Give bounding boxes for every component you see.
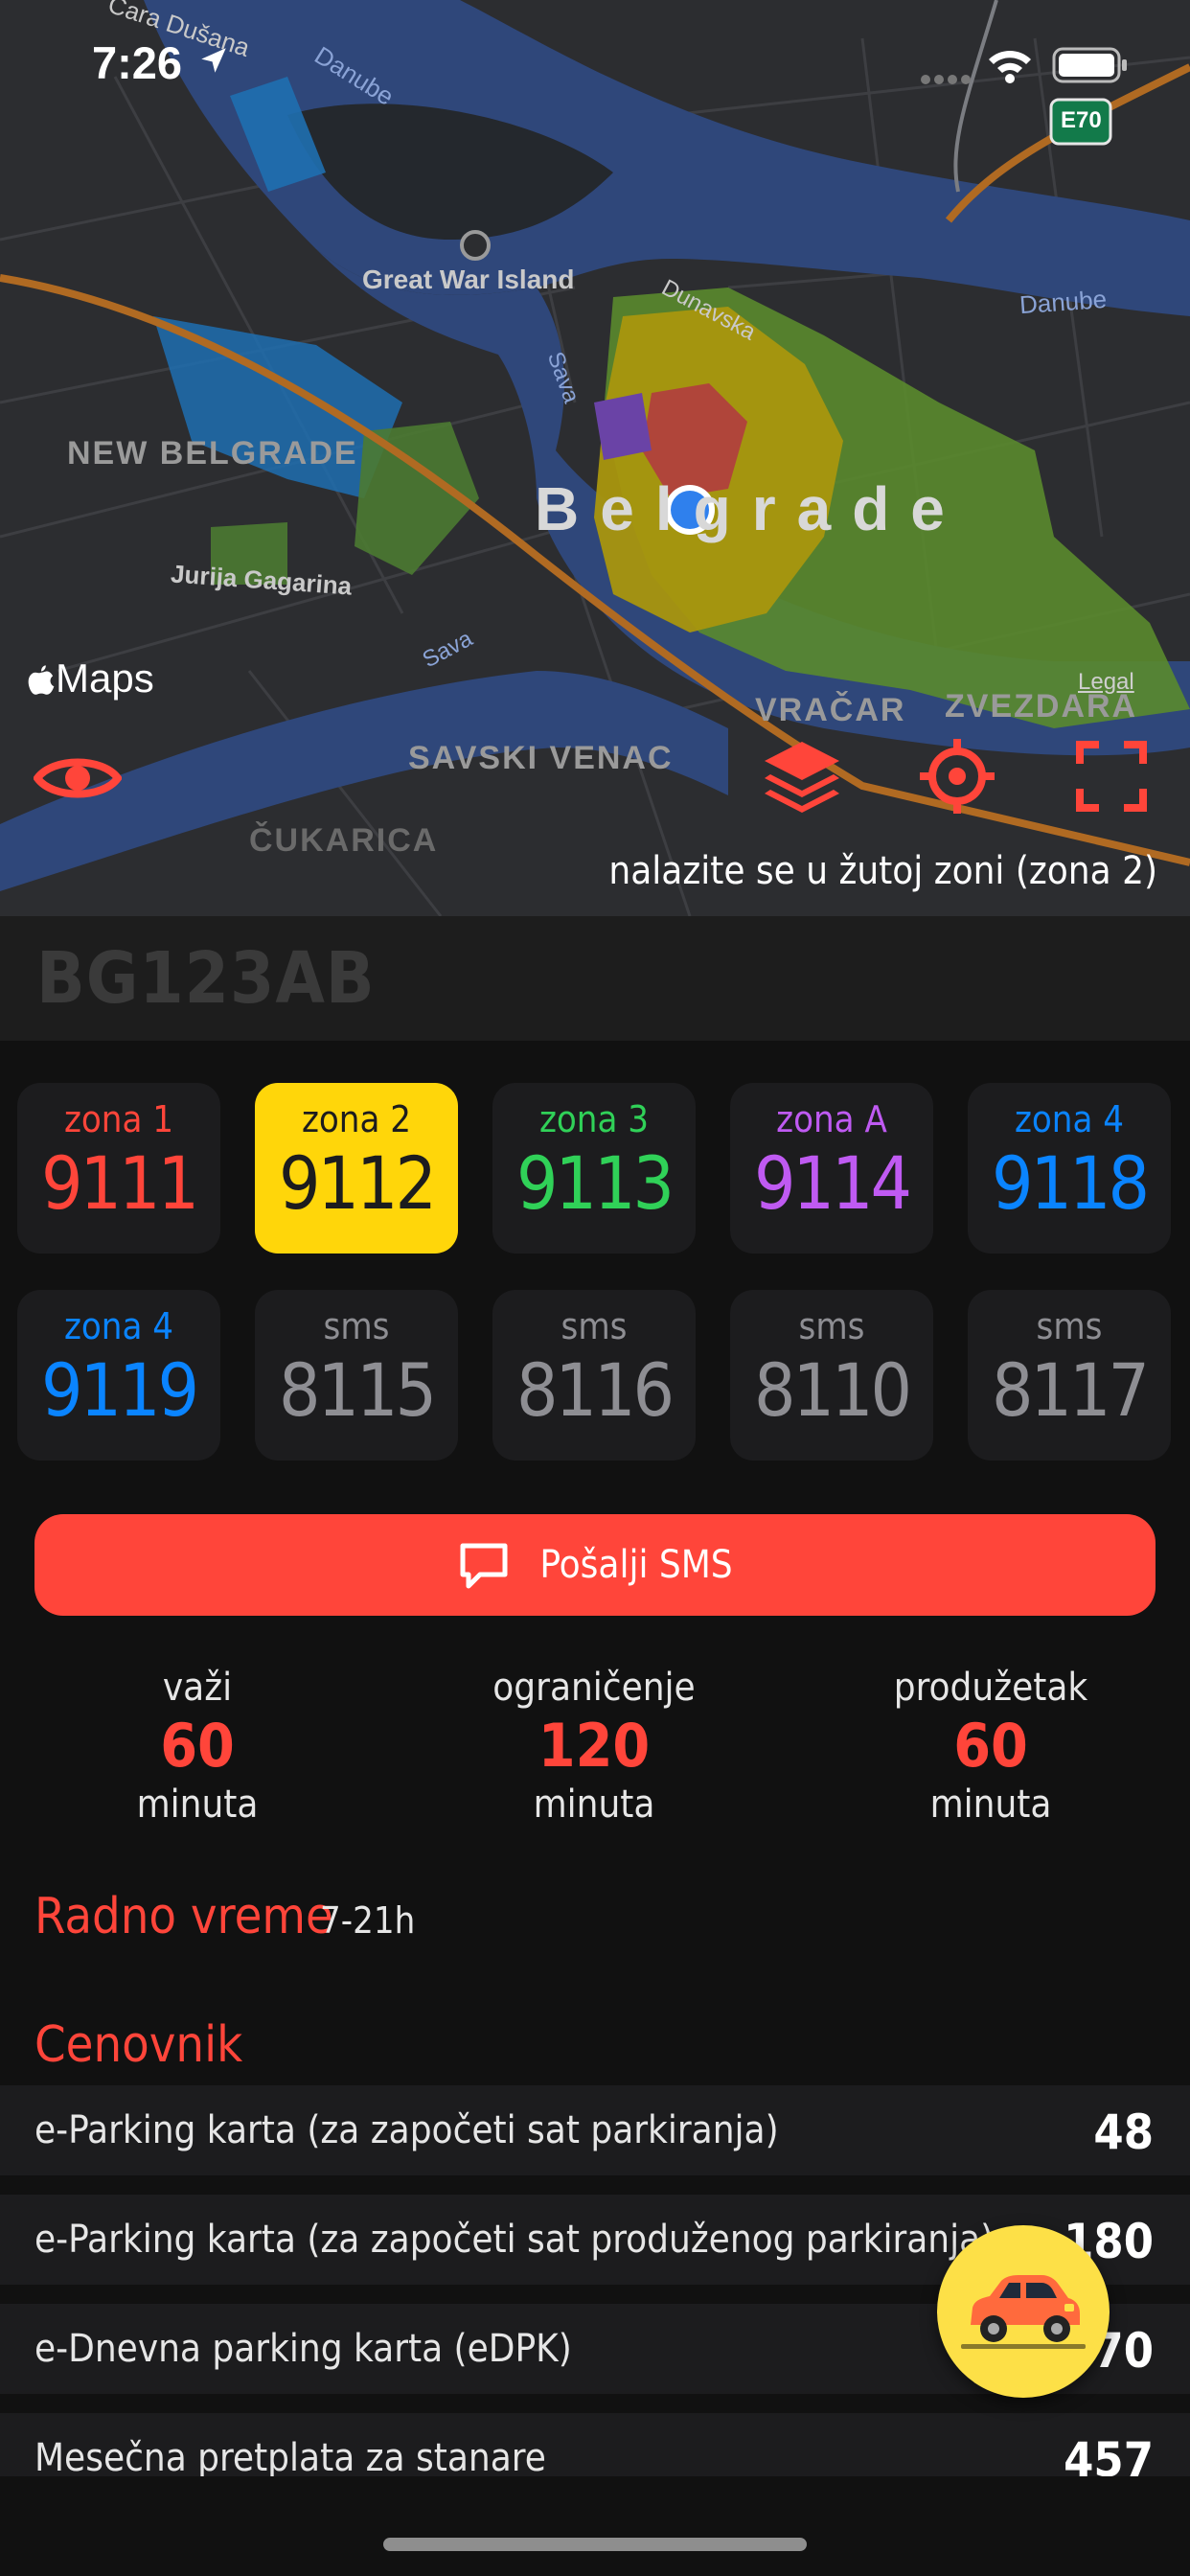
bottom-safe-area xyxy=(0,2476,1190,2576)
stat-extension: produžetak 60 minuta xyxy=(847,1666,1134,1827)
battery-icon xyxy=(1052,46,1129,88)
zone-number: 9113 xyxy=(516,1140,675,1226)
layers-icon xyxy=(765,742,839,813)
stat-title: produžetak xyxy=(893,1666,1088,1710)
zone-number: 9111 xyxy=(41,1140,199,1226)
map-label-highway-e70: E70 xyxy=(1061,107,1102,133)
zone-tile-8115[interactable]: sms 8115 xyxy=(255,1290,458,1460)
maps-logo-text: Maps xyxy=(56,656,154,701)
zone-tile-9118[interactable]: zona 4 9118 xyxy=(968,1083,1171,1254)
price-row: e-Parking karta (za započeti sat parkira… xyxy=(0,2085,1190,2175)
stat-unit: minuta xyxy=(136,1782,259,1827)
zone-label: sms xyxy=(561,1305,628,1347)
apple-maps-logo: Maps xyxy=(27,656,154,702)
map-label-cukarica: ČUKARICA xyxy=(249,822,439,859)
zone-tile-9112[interactable]: zona 2 9112 xyxy=(255,1083,458,1254)
locate-button[interactable] xyxy=(904,728,1010,824)
apple-logo-icon xyxy=(28,665,55,695)
working-hours-title: Radno vreme xyxy=(34,1888,333,1945)
zone-number: 8115 xyxy=(279,1347,437,1433)
car-icon xyxy=(961,2275,1086,2349)
zone-number: 9118 xyxy=(992,1140,1150,1226)
zone-tile-9114[interactable]: zona A 9114 xyxy=(730,1083,933,1254)
message-icon xyxy=(457,1540,511,1590)
current-zone-info: nalazite se u žutoj zoni (zona 2) xyxy=(608,849,1157,893)
crosshair-icon xyxy=(920,739,995,814)
price-row-name: e-Parking karta (za započeti sat produže… xyxy=(34,2218,995,2262)
zone-tile-8116[interactable]: sms 8116 xyxy=(492,1290,696,1460)
zone-label: zona 3 xyxy=(538,1098,650,1140)
map-label-belgrade: Belgrade xyxy=(535,474,966,543)
zone-tile-9113[interactable]: zona 3 9113 xyxy=(492,1083,696,1254)
zone-tile-8110[interactable]: sms 8110 xyxy=(730,1290,933,1460)
zone-label: zona 4 xyxy=(63,1305,174,1347)
legal-link[interactable]: Legal xyxy=(1078,669,1134,696)
pricelist-title: Cenovnik xyxy=(34,2016,243,2074)
price-row-name: Mesečna pretplata za stanare xyxy=(34,2436,546,2480)
zone-number: 9119 xyxy=(41,1347,199,1433)
stat-value: 60 xyxy=(953,1711,1028,1781)
license-plate-text: BG123AB xyxy=(36,937,376,1020)
map-view[interactable]: 7:26 Cara Dušana Danube Danube Great War… xyxy=(0,0,1190,916)
price-row-name: e-Dnevna parking karta (eDPK) xyxy=(34,2327,572,2371)
map-label-savski-venac: SAVSKI VENAC xyxy=(408,740,674,776)
zone-label: zona 4 xyxy=(1014,1098,1125,1140)
zone-label: zona A xyxy=(776,1098,887,1140)
send-sms-label: Pošalji SMS xyxy=(539,1543,733,1587)
zone-tile-9111[interactable]: zona 1 9111 xyxy=(17,1083,220,1254)
zone-label: sms xyxy=(1036,1305,1103,1347)
stat-title: ograničenje xyxy=(492,1666,696,1710)
expand-icon xyxy=(1076,741,1147,812)
zone-label: zona 1 xyxy=(63,1098,174,1140)
working-hours-value: 7-21h xyxy=(320,1899,416,1942)
zone-label: sms xyxy=(323,1305,390,1347)
stat-validity: važi 60 minuta xyxy=(54,1666,341,1827)
stat-title: važi xyxy=(162,1666,233,1710)
price-row-value: 48 xyxy=(1093,2104,1154,2160)
map-label-great-war-island: Great War Island xyxy=(362,264,575,294)
send-sms-button[interactable]: Pošalji SMS xyxy=(34,1514,1156,1616)
zone-number: 8116 xyxy=(516,1347,675,1433)
zone-label: sms xyxy=(798,1305,865,1347)
fullscreen-button[interactable] xyxy=(1059,728,1164,824)
home-indicator[interactable] xyxy=(383,2538,807,2551)
wifi-icon xyxy=(985,46,1035,88)
map-label-danube-right: Danube xyxy=(1018,284,1108,320)
map-label-vracar: VRAČAR xyxy=(755,692,906,728)
map-label-new-belgrade: NEW BELGRADE xyxy=(67,435,358,472)
car-fab-button[interactable] xyxy=(937,2225,1110,2398)
zone-tile-8117[interactable]: sms 8117 xyxy=(968,1290,1171,1460)
status-time: 7:26 xyxy=(92,37,183,88)
stat-unit: minuta xyxy=(533,1782,655,1827)
eye-icon xyxy=(34,758,122,798)
stat-value: 120 xyxy=(538,1711,651,1781)
zone-number: 9114 xyxy=(754,1140,912,1226)
license-plate-field[interactable]: BG123AB xyxy=(0,916,1190,1041)
stat-value: 60 xyxy=(160,1711,235,1781)
price-row-name: e-Parking karta (za započeti sat parkira… xyxy=(34,2108,779,2152)
zone-number: 8110 xyxy=(754,1347,912,1433)
cellular-signal-icon xyxy=(920,71,973,89)
layers-button[interactable] xyxy=(749,728,855,824)
zone-label: zona 2 xyxy=(301,1098,412,1140)
zone-number: 9112 xyxy=(279,1140,437,1226)
eye-button[interactable] xyxy=(25,730,130,826)
zone-tile-9119[interactable]: zona 4 9119 xyxy=(17,1290,220,1460)
stat-limit: ograničenje 120 minuta xyxy=(450,1666,738,1827)
stat-unit: minuta xyxy=(929,1782,1052,1827)
zone-number: 8117 xyxy=(992,1347,1150,1433)
